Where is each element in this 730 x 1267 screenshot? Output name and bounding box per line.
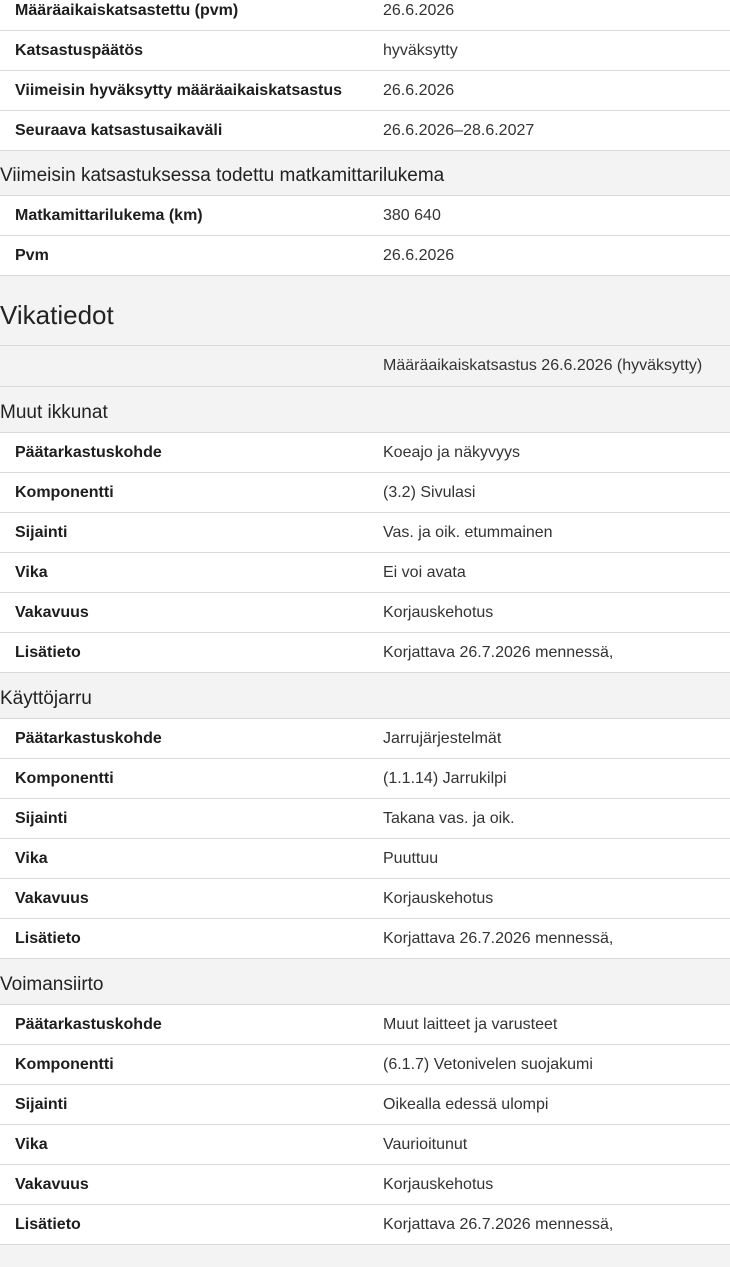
detail-label: Viimeisin hyväksytty määräaikaiskatsastu… [15,81,343,99]
detail-value: hyväksytty [383,41,458,59]
detail-value: Korjattava 26.7.2026 mennessä, [383,1215,614,1233]
detail-value: Ei voi avata [383,563,466,581]
detail-value: Koeajo ja näkyvyys [383,443,520,461]
detail-value: Oikealla edessä ulompi [383,1095,549,1113]
detail-value: Muut laitteet ja varusteet [383,1015,558,1033]
detail-label: Päätarkastuskohde [15,1015,162,1033]
vehicle-details-page: Määräaikaiskatsastettu (pvm) 26.6.2026 K… [0,0,730,1245]
detail-label: Katsastuspäätös [15,41,144,59]
detail-value: 26.6.2026 [383,246,455,264]
detail-row: Päätarkastuskohde Koeajo ja näkyvyys [0,433,730,473]
detail-value: 26.6.2026 [383,81,455,99]
detail-label: Komponentti [15,1055,114,1073]
detail-label: Vakavuus [15,1175,89,1193]
detail-label: Päätarkastuskohde [15,443,162,461]
detail-value: Vaurioitunut [383,1135,468,1153]
detail-label: Päätarkastuskohde [15,729,162,747]
detail-row: Sijainti Oikealla edessä ulompi [0,1085,730,1125]
detail-value: Korjattava 26.7.2026 mennessä, [383,643,614,661]
detail-row: Vika Puuttuu [0,839,730,879]
detail-row: Katsastuspäätös hyväksytty [0,31,730,71]
detail-value: Jarrujärjestelmät [383,729,502,747]
detail-label: Matkamittarilukema (km) [15,206,203,224]
detail-row: Vika Vaurioitunut [0,1125,730,1165]
detail-row: Komponentti (6.1.7) Vetonivelen suojakum… [0,1045,730,1085]
detail-label: Vika [15,849,48,867]
fault-inspection-row: Määräaikaiskatsastus 26.6.2026 (hyväksyt… [0,346,730,387]
detail-row: Lisätieto Korjattava 26.7.2026 mennessä, [0,919,730,959]
detail-value: Puuttuu [383,849,439,867]
detail-value: Korjauskehotus [383,603,494,621]
detail-row: Komponentti (1.1.14) Jarrukilpi [0,759,730,799]
detail-label: Sijainti [15,1095,68,1113]
detail-row: Päätarkastuskohde Jarrujärjestelmät [0,719,730,759]
detail-row: Vakavuus Korjauskehotus [0,593,730,633]
detail-row: Määräaikaiskatsastettu (pvm) 26.6.2026 [0,0,730,31]
detail-row: Vakavuus Korjauskehotus [0,1165,730,1205]
detail-value: (1.1.14) Jarrukilpi [383,769,507,787]
faults-heading: Vikatiedot [0,276,730,346]
detail-label: Pvm [15,246,49,264]
detail-label: Määräaikaiskatsastettu (pvm) [15,1,239,19]
detail-label: Sijainti [15,523,68,541]
detail-row: Vika Ei voi avata [0,553,730,593]
detail-row: Komponentti (3.2) Sivulasi [0,473,730,513]
detail-value: Vas. ja oik. etummainen [383,523,553,541]
detail-row: Sijainti Vas. ja oik. etummainen [0,513,730,553]
detail-value: 26.6.2026–28.6.2027 [383,121,535,139]
detail-value: (6.1.7) Vetonivelen suojakumi [383,1055,593,1073]
fault-group-title: Muut ikkunat [0,387,730,433]
detail-label: Vika [15,563,48,581]
odometer-section-title: Viimeisin katsastuksessa todettu matkami… [0,151,730,196]
detail-label: Lisätieto [15,929,81,947]
detail-value: 380 640 [383,206,441,224]
detail-label: Vakavuus [15,603,89,621]
detail-value: Korjauskehotus [383,889,494,907]
detail-row: Lisätieto Korjattava 26.7.2026 mennessä, [0,633,730,673]
fault-inspection-label: Määräaikaiskatsastus 26.6.2026 (hyväksyt… [383,357,703,374]
fault-group-title: Voimansiirto [0,959,730,1005]
detail-row: Päätarkastuskohde Muut laitteet ja varus… [0,1005,730,1045]
fault-group-title: Käyttöjarru [0,673,730,719]
detail-value: Korjauskehotus [383,1175,494,1193]
detail-label: Komponentti [15,483,114,501]
detail-row: Pvm 26.6.2026 [0,236,730,276]
detail-row: Viimeisin hyväksytty määräaikaiskatsastu… [0,71,730,111]
detail-label: Vika [15,1135,48,1153]
detail-value: (3.2) Sivulasi [383,483,476,501]
detail-row: Vakavuus Korjauskehotus [0,879,730,919]
detail-label: Lisätieto [15,643,81,661]
detail-label: Lisätieto [15,1215,81,1233]
detail-row: Matkamittarilukema (km) 380 640 [0,196,730,236]
detail-value: Takana vas. ja oik. [383,809,515,827]
detail-label: Komponentti [15,769,114,787]
detail-row: Seuraava katsastusaikaväli 26.6.2026–28.… [0,111,730,151]
detail-label: Vakavuus [15,889,89,907]
detail-label: Sijainti [15,809,68,827]
detail-row: Sijainti Takana vas. ja oik. [0,799,730,839]
detail-value: Korjattava 26.7.2026 mennessä, [383,929,614,947]
detail-value: 26.6.2026 [383,1,455,19]
detail-row: Lisätieto Korjattava 26.7.2026 mennessä, [0,1205,730,1245]
detail-label: Seuraava katsastusaikaväli [15,121,223,139]
